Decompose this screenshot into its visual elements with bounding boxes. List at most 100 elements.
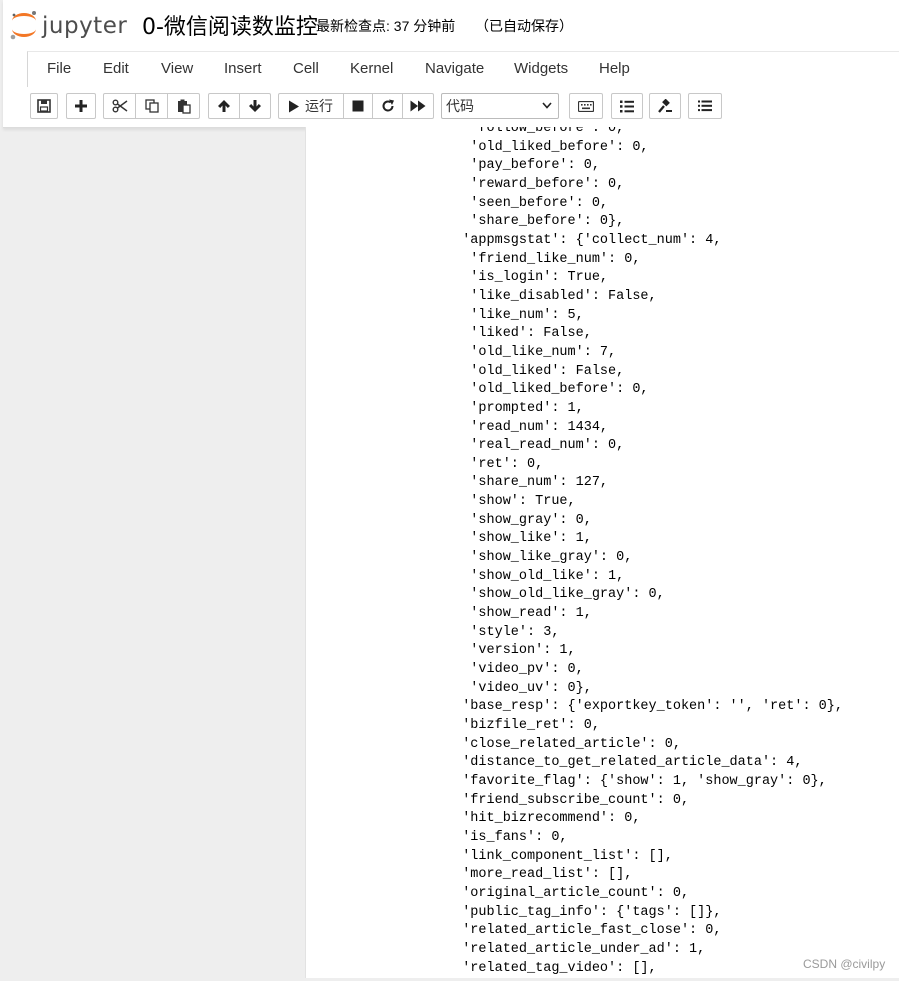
toolbar: 运行 代码 xyxy=(27,88,899,124)
output-line: 'related_article_under_ad': 1, xyxy=(446,941,706,957)
output-line: 'is_fans': 0, xyxy=(446,829,568,845)
stop-icon xyxy=(352,100,364,112)
output-line: 'show_gray': 0, xyxy=(446,512,592,528)
move-up-button[interactable] xyxy=(208,93,240,119)
plus-icon xyxy=(75,100,87,112)
output-line: 'old_like_num': 7, xyxy=(446,344,617,360)
output-line: 'show': True, xyxy=(446,494,576,510)
output-line: 'share_before': 0}, xyxy=(446,214,625,230)
nbextension-button[interactable] xyxy=(649,93,681,119)
clipboard-group xyxy=(103,93,200,119)
output-line: 'more_read_list': [], xyxy=(446,867,633,883)
copy-icon xyxy=(144,99,159,113)
play-icon xyxy=(289,100,299,112)
output-line: 'show_like': 1, xyxy=(446,531,592,547)
move-group xyxy=(208,93,271,119)
output-line: 'liked': False, xyxy=(446,326,592,342)
output-line: 'show_read': 1, xyxy=(446,606,592,622)
output-line: 'show_old_like': 1, xyxy=(446,568,625,584)
notebook-title[interactable]: 0-微信阅读数监控 xyxy=(142,9,318,41)
run-button[interactable]: 运行 xyxy=(278,93,344,119)
restart-button[interactable] xyxy=(372,93,403,119)
output-line: 'original_article_count': 0, xyxy=(446,885,690,901)
output-line: 'close_related_article': 0, xyxy=(446,736,681,752)
jupyter-wordmark: jupyter xyxy=(42,13,128,39)
fast-forward-icon xyxy=(410,100,426,112)
arrow-down-icon xyxy=(249,100,261,112)
outline-button[interactable] xyxy=(688,93,722,119)
paste-icon xyxy=(177,99,191,114)
chevron-down-icon xyxy=(542,102,552,109)
menu-cell[interactable]: Cell xyxy=(293,60,319,77)
move-down-button[interactable] xyxy=(239,93,271,119)
run-all-button[interactable] xyxy=(402,93,434,119)
output-line: 'old_liked': False, xyxy=(446,363,625,379)
output-line: 'prompted': 1, xyxy=(446,400,584,416)
output-line: 'seen_before': 0, xyxy=(446,195,609,211)
jupyter-logo-icon xyxy=(10,11,36,40)
output-line: 'ret': 0, xyxy=(446,456,544,472)
menu-kernel[interactable]: Kernel xyxy=(350,60,393,77)
menu-navigate[interactable]: Navigate xyxy=(425,60,484,77)
output-line: 'like_num': 5, xyxy=(446,307,584,323)
menu-insert[interactable]: Insert xyxy=(224,60,262,77)
output-line: 'hit_bizrecommend': 0, xyxy=(446,811,641,827)
watermark: CSDN @civilpy xyxy=(803,957,886,971)
cut-icon xyxy=(112,99,127,113)
arrow-up-icon xyxy=(218,100,230,112)
output-line: 'bizfile_ret': 0, xyxy=(446,718,600,733)
command-palette-button[interactable] xyxy=(569,93,603,119)
output-line: 'base_resp': {'exportkey_token': '', 're… xyxy=(446,699,843,715)
output-line: 'reward_before': 0, xyxy=(446,176,625,192)
output-line: 'version': 1, xyxy=(446,643,576,659)
restart-icon xyxy=(382,99,394,112)
keyboard-icon xyxy=(578,100,594,112)
output-line: 'share_num': 127, xyxy=(446,475,609,491)
output-line: 'related_tag_video': [], xyxy=(446,960,657,976)
output-line: 'read_num': 1434, xyxy=(446,419,609,435)
save-icon xyxy=(37,99,51,113)
menu-view[interactable]: View xyxy=(161,60,193,77)
run-label: 运行 xyxy=(305,98,333,114)
output-line: 'friend_like_num': 0, xyxy=(446,251,641,267)
list-icon xyxy=(698,100,712,112)
menu-help[interactable]: Help xyxy=(599,60,630,77)
output-line: 'real_read_num': 0, xyxy=(446,438,625,454)
cell-type-select[interactable]: 代码 xyxy=(441,93,559,119)
paste-button[interactable] xyxy=(167,93,200,119)
insert-cell-button[interactable] xyxy=(66,93,96,119)
cell-type-value: 代码 xyxy=(446,98,474,114)
output-line: 'link_component_list': [], xyxy=(446,848,673,864)
output-line: 'related_article_fast_close': 0, xyxy=(446,923,722,939)
output-line: 'video_uv': 0}, xyxy=(446,680,592,696)
save-button[interactable] xyxy=(30,93,58,119)
output-line: 'pay_before': 0, xyxy=(446,158,600,174)
menu-file[interactable]: File xyxy=(47,60,71,77)
menu-bar: File Edit View Insert Cell Kernel Naviga… xyxy=(27,51,899,87)
cell-output: 'follow_before': 0, 'old_liked_before': … xyxy=(446,127,843,978)
output-line: 'old_liked_before': 0, xyxy=(446,382,649,398)
checkpoint-status: 最新检查点: 37 分钟前 xyxy=(316,18,456,34)
interrupt-button[interactable] xyxy=(343,93,373,119)
output-line: 'public_tag_info': {'tags': []}, xyxy=(446,904,722,920)
menu-edit[interactable]: Edit xyxy=(103,60,129,77)
menu-widgets[interactable]: Widgets xyxy=(514,60,568,77)
output-line: 'follow_before': 0, xyxy=(446,127,625,136)
output-line: 'like_disabled': False, xyxy=(446,288,657,304)
notebook-header: jupyter 0-微信阅读数监控 最新检查点: 37 分钟前 （已自动保存） … xyxy=(3,0,899,128)
autosave-status: （已自动保存） xyxy=(475,18,573,34)
output-line: 'style': 3, xyxy=(446,624,560,640)
output-line: 'show_old_like_gray': 0, xyxy=(446,587,665,603)
output-line: 'video_pv': 0, xyxy=(446,662,584,678)
output-line: 'show_like_gray': 0, xyxy=(446,550,633,566)
output-line: 'appmsgstat': {'collect_num': 4, xyxy=(446,232,722,248)
jupyter-logo[interactable]: jupyter xyxy=(8,8,128,42)
gavel-icon xyxy=(657,98,672,113)
output-line: 'friend_subscribe_count': 0, xyxy=(446,792,690,808)
output-line: 'distance_to_get_related_article_data': … xyxy=(446,755,803,771)
toc-button[interactable] xyxy=(611,93,643,119)
notebook-page: 'follow_before': 0, 'old_liked_before': … xyxy=(305,127,899,978)
browser-viewport: jupyter 0-微信阅读数监控 最新检查点: 37 分钟前 （已自动保存） … xyxy=(0,0,899,981)
copy-button[interactable] xyxy=(135,93,168,119)
cut-button[interactable] xyxy=(103,93,136,119)
